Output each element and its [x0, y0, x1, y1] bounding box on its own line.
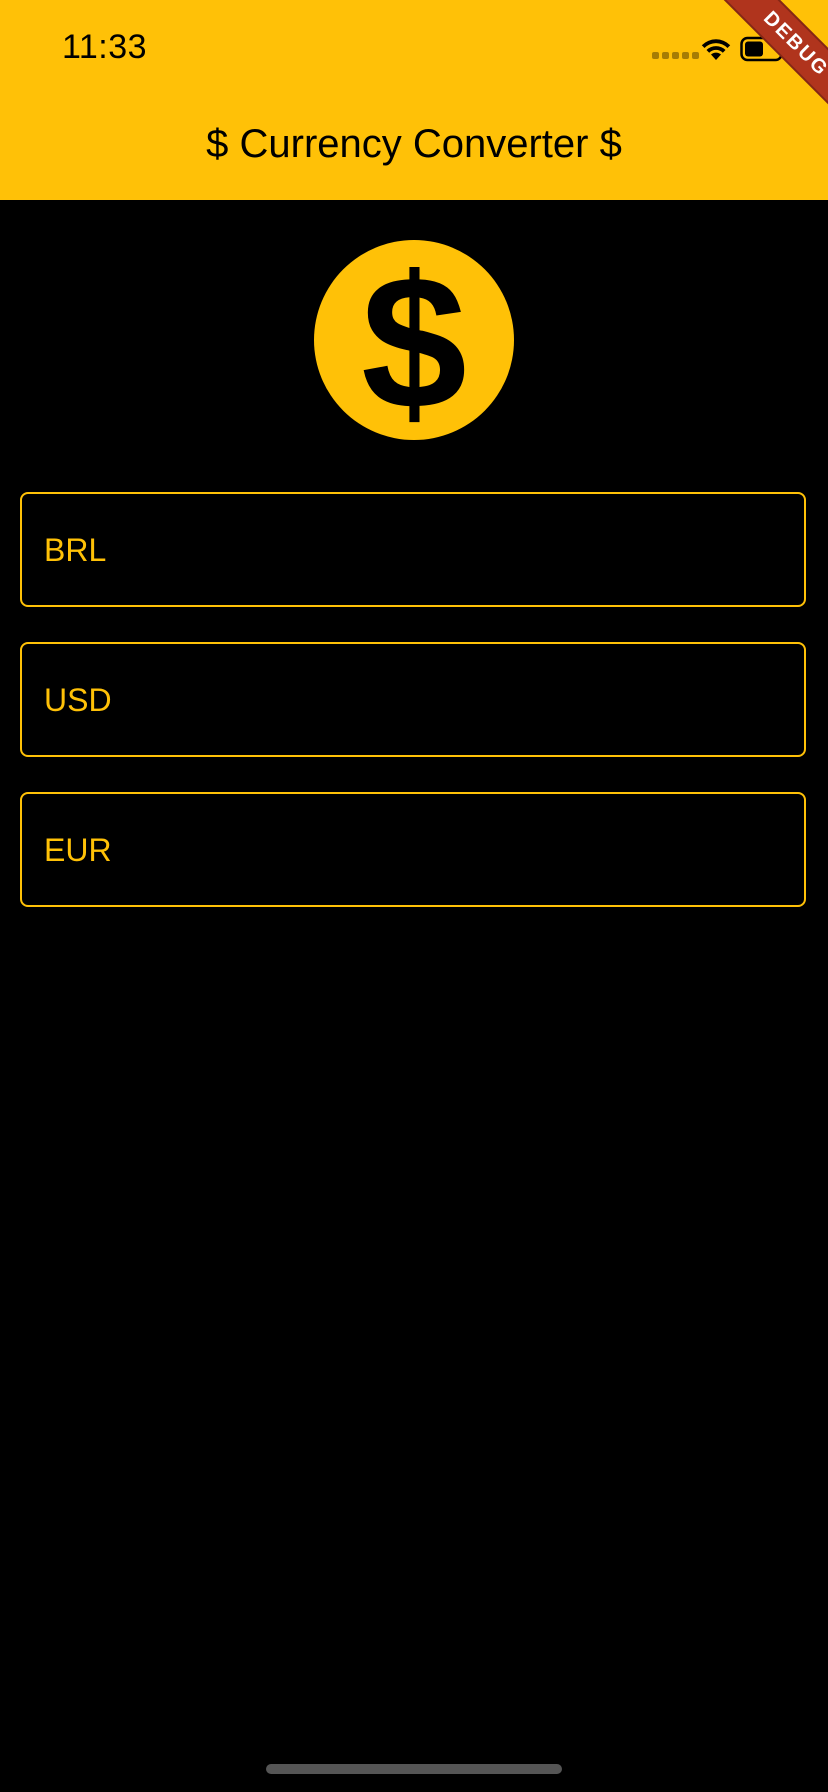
svg-text:$: $: [361, 240, 467, 440]
app-bar: 11:33 $ Currency Converter $: [0, 0, 828, 200]
page-title: $ Currency Converter $: [206, 122, 622, 166]
debug-banner-label: DEBUG: [711, 0, 828, 120]
eur-input[interactable]: [22, 794, 804, 905]
usd-input[interactable]: [22, 644, 804, 755]
home-indicator[interactable]: [266, 1764, 562, 1774]
signal-dots-icon: [652, 52, 699, 59]
eur-field[interactable]: EUR: [20, 792, 806, 907]
status-time: 11:33: [62, 28, 148, 66]
usd-field[interactable]: USD: [20, 642, 806, 757]
brl-input[interactable]: [22, 494, 804, 605]
dollar-logo: $: [314, 240, 514, 440]
debug-banner: DEBUG: [708, 0, 828, 120]
dollar-sign-icon: $: [361, 240, 467, 440]
brl-field[interactable]: BRL: [20, 492, 806, 607]
